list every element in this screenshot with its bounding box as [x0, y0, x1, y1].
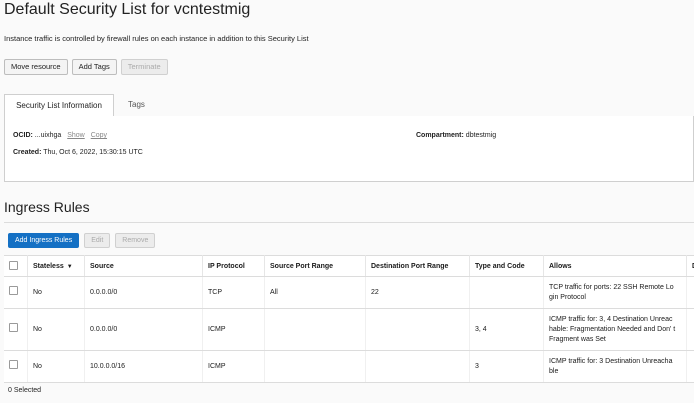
ingress-rules-title: Ingress Rules [4, 199, 90, 215]
column-source-port-range: Source Port Range [265, 256, 366, 277]
table-row[interactable]: No 10.0.0.0/16 ICMP 3 ICMP traffic for: … [4, 351, 694, 383]
description-cell [687, 277, 694, 309]
action-bar: Move resource Add Tags Terminate [4, 59, 168, 75]
destination-port-cell [366, 309, 470, 351]
row-checkbox[interactable] [9, 323, 18, 332]
source-cell: 0.0.0.0/0 [85, 309, 203, 351]
selection-count: 0 Selected [8, 387, 41, 394]
remove-button[interactable]: Remove [115, 233, 155, 248]
type-code-cell: 3 [470, 351, 544, 383]
destination-port-cell [366, 351, 470, 383]
ocid-label: OCID: [13, 132, 33, 139]
created-value: Thu, Oct 6, 2022, 15:30:15 UTC [43, 149, 143, 156]
table-row[interactable]: No 0.0.0.0/0 TCP All 22 TCP traffic for … [4, 277, 694, 309]
column-stateless[interactable]: Stateless▼ [28, 256, 85, 277]
type-code-cell [470, 277, 544, 309]
destination-port-cell: 22 [366, 277, 470, 309]
description-cell [687, 351, 694, 383]
column-type-and-code: Type and Code [470, 256, 544, 277]
description-cell [687, 309, 694, 351]
source-port-cell [265, 309, 366, 351]
source-port-cell [265, 351, 366, 383]
stateless-cell: No [28, 309, 85, 351]
terminate-button[interactable]: Terminate [121, 59, 168, 75]
edit-button[interactable]: Edit [84, 233, 110, 248]
sort-desc-icon: ▼ [67, 264, 73, 270]
column-source: Source [85, 256, 203, 277]
allows-cell: TCP traffic for ports: 22 SSH Remote Lo … [544, 277, 687, 309]
column-destination-port-range: Destination Port Range [366, 256, 470, 277]
table-row[interactable]: No 0.0.0.0/0 ICMP 3, 4 ICMP traffic for:… [4, 309, 694, 351]
page-title: Default Security List for vcntestmig [4, 0, 250, 20]
stateless-cell: No [28, 351, 85, 383]
column-stateless-label: Stateless [33, 263, 64, 270]
row-checkbox-cell [4, 277, 28, 309]
allows-cell: ICMP traffic for: 3, 4 Destination Unrea… [544, 309, 687, 351]
type-code-cell: 3, 4 [470, 309, 544, 351]
ingress-rules-panel: Add Ingress Rules Edit Remove Stateless▼… [4, 222, 694, 403]
tab-security-list-information[interactable]: Security List Information [4, 94, 114, 117]
source-cell: 0.0.0.0/0 [85, 277, 203, 309]
source-cell: 10.0.0.0/16 [85, 351, 203, 383]
move-resource-button[interactable]: Move resource [4, 59, 68, 75]
created-label: Created: [13, 149, 41, 156]
row-checkbox[interactable] [9, 286, 18, 295]
ingress-rules-table: Stateless▼ Source IP Protocol Source Por… [4, 255, 694, 383]
column-description: D [687, 256, 694, 277]
row-checkbox-cell [4, 351, 28, 383]
select-all-checkbox[interactable] [9, 261, 18, 270]
ocid-value: ...uixhga [35, 132, 61, 139]
tab-bar: Security List Information Tags [4, 94, 694, 117]
page-description: Instance traffic is controlled by firewa… [4, 34, 309, 43]
row-checkbox[interactable] [9, 360, 18, 369]
compartment-value: dbtestmig [466, 132, 496, 139]
select-all-cell [4, 256, 28, 277]
ocid-copy-link[interactable]: Copy [91, 132, 107, 139]
compartment-label: Compartment: [416, 132, 464, 139]
compartment-row: Compartment: dbtestmig [416, 132, 496, 139]
add-ingress-rules-button[interactable]: Add Ingress Rules [8, 233, 79, 248]
info-panel: OCID: ...uixhga Show Copy Created: Thu, … [4, 116, 694, 182]
stateless-cell: No [28, 277, 85, 309]
ocid-show-link[interactable]: Show [67, 132, 85, 139]
ocid-row: OCID: ...uixhga Show Copy [13, 132, 107, 139]
rules-toolbar: Add Ingress Rules Edit Remove [8, 233, 155, 248]
created-row: Created: Thu, Oct 6, 2022, 15:30:15 UTC [13, 149, 143, 156]
table-header-row: Stateless▼ Source IP Protocol Source Por… [4, 256, 694, 277]
source-port-cell: All [265, 277, 366, 309]
add-tags-button[interactable]: Add Tags [72, 59, 117, 75]
row-checkbox-cell [4, 309, 28, 351]
protocol-cell: TCP [203, 277, 265, 309]
column-allows: Allows [544, 256, 687, 277]
protocol-cell: ICMP [203, 351, 265, 383]
tab-tags[interactable]: Tags [118, 94, 155, 116]
allows-cell: ICMP traffic for: 3 Destination Unreacha… [544, 351, 687, 383]
column-ip-protocol: IP Protocol [203, 256, 265, 277]
protocol-cell: ICMP [203, 309, 265, 351]
